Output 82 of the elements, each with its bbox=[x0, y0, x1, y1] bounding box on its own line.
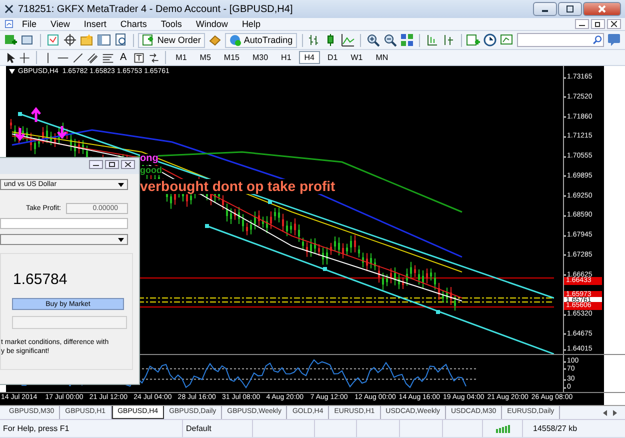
arrows-icon[interactable] bbox=[148, 52, 160, 64]
timeframe-button[interactable]: M30 bbox=[247, 51, 274, 64]
menu-item[interactable]: View bbox=[44, 19, 76, 29]
arrow-icon bbox=[56, 124, 68, 139]
tile-windows-icon[interactable] bbox=[400, 33, 414, 47]
arrow-icon bbox=[30, 107, 42, 124]
comment-field[interactable] bbox=[0, 218, 128, 229]
zoom-out-icon[interactable] bbox=[383, 33, 398, 47]
profiles-icon[interactable] bbox=[21, 33, 35, 47]
folder-star-icon[interactable] bbox=[80, 33, 94, 47]
close-icon bbox=[598, 5, 606, 13]
autoscroll-icon[interactable] bbox=[442, 33, 456, 47]
line-chart-icon[interactable] bbox=[341, 33, 356, 47]
channel-icon[interactable] bbox=[87, 52, 99, 64]
timeframe-button[interactable]: M5 bbox=[194, 51, 216, 64]
chat-icon[interactable] bbox=[607, 33, 621, 47]
crosshair-icon[interactable] bbox=[62, 33, 77, 47]
close-icon bbox=[125, 162, 131, 167]
templates-icon[interactable] bbox=[500, 33, 514, 47]
dropdown-icon[interactable] bbox=[9, 69, 15, 74]
terminal-icon[interactable] bbox=[96, 33, 111, 47]
search-field[interactable] bbox=[517, 33, 604, 47]
close-button[interactable] bbox=[607, 19, 621, 29]
market-watch-icon[interactable] bbox=[46, 33, 60, 47]
app-icon[interactable] bbox=[4, 4, 14, 14]
traffic-counter: 14558/27 kb bbox=[533, 424, 578, 433]
timeframe-button[interactable]: H4 bbox=[299, 51, 320, 64]
timeframe-button[interactable]: MN bbox=[370, 51, 394, 64]
arrow-icon bbox=[14, 126, 26, 141]
minimize-button[interactable] bbox=[89, 160, 103, 169]
crosshair-icon[interactable] bbox=[19, 52, 31, 64]
text-tool-button[interactable]: A bbox=[117, 52, 130, 63]
maximize-icon bbox=[566, 5, 574, 13]
timeframe-button[interactable]: W1 bbox=[346, 51, 368, 64]
close-icon bbox=[611, 21, 617, 27]
indicators-icon[interactable] bbox=[466, 33, 480, 47]
restore-button[interactable] bbox=[591, 19, 605, 29]
new-chart-icon[interactable] bbox=[4, 33, 18, 47]
minimize-button[interactable] bbox=[533, 2, 557, 16]
menu-item[interactable]: Window bbox=[190, 19, 234, 29]
timeframe-button[interactable]: H1 bbox=[276, 51, 296, 64]
menu-item[interactable]: File bbox=[16, 19, 43, 29]
minimize-icon bbox=[93, 162, 99, 166]
clock-icon[interactable] bbox=[483, 33, 498, 47]
price-display: 1.65784 bbox=[13, 271, 68, 288]
trendline-icon[interactable] bbox=[72, 52, 84, 64]
dropdown-arrow-icon[interactable] bbox=[118, 182, 124, 186]
connection-icon bbox=[496, 424, 512, 432]
timeframe-button[interactable]: M1 bbox=[170, 51, 192, 64]
maximize-button[interactable] bbox=[105, 160, 119, 169]
menu-item[interactable]: Charts bbox=[114, 19, 153, 29]
scroll-left-icon[interactable] bbox=[603, 410, 607, 416]
restore-icon bbox=[595, 21, 601, 27]
window-title: 718251: GKFX MetaTrader 4 - Demo Account - [GBPUSD,H4] bbox=[18, 4, 294, 14]
status-help: For Help, press F1 bbox=[3, 424, 70, 433]
tester-icon[interactable] bbox=[114, 33, 128, 47]
chart-note: verbought dont op take profit bbox=[140, 179, 336, 194]
minimize-button[interactable] bbox=[575, 19, 589, 29]
maximize-button[interactable] bbox=[558, 2, 582, 16]
close-button[interactable] bbox=[121, 160, 135, 169]
globe-icon bbox=[228, 34, 241, 46]
autotrading-button[interactable]: AutoTrading bbox=[224, 32, 297, 48]
timeframe-button[interactable]: M15 bbox=[218, 51, 244, 64]
timeframe-button[interactable]: D1 bbox=[322, 51, 343, 64]
menu-item[interactable]: Tools bbox=[154, 19, 188, 29]
search-icon[interactable] bbox=[592, 34, 603, 46]
profile-name: Default bbox=[186, 424, 212, 433]
text-label-icon[interactable] bbox=[132, 52, 145, 64]
document-plus-icon bbox=[142, 34, 154, 46]
chart-shift-icon[interactable] bbox=[424, 33, 439, 47]
chart-doc-icon[interactable] bbox=[4, 19, 14, 29]
maximize-icon bbox=[109, 162, 115, 167]
zoom-in-icon[interactable] bbox=[366, 33, 380, 47]
menu-item[interactable]: Help bbox=[236, 19, 266, 29]
good-note: good bbox=[140, 166, 162, 176]
coin-icon[interactable] bbox=[208, 33, 222, 47]
menu-item[interactable]: Insert bbox=[78, 19, 112, 29]
dropdown-arrow-icon[interactable] bbox=[118, 238, 124, 242]
scroll-right-icon[interactable] bbox=[613, 410, 617, 416]
fibonacci-icon[interactable] bbox=[102, 52, 114, 64]
new-order-button[interactable]: New Order bbox=[138, 32, 205, 48]
ong-note: ong bbox=[140, 154, 158, 164]
